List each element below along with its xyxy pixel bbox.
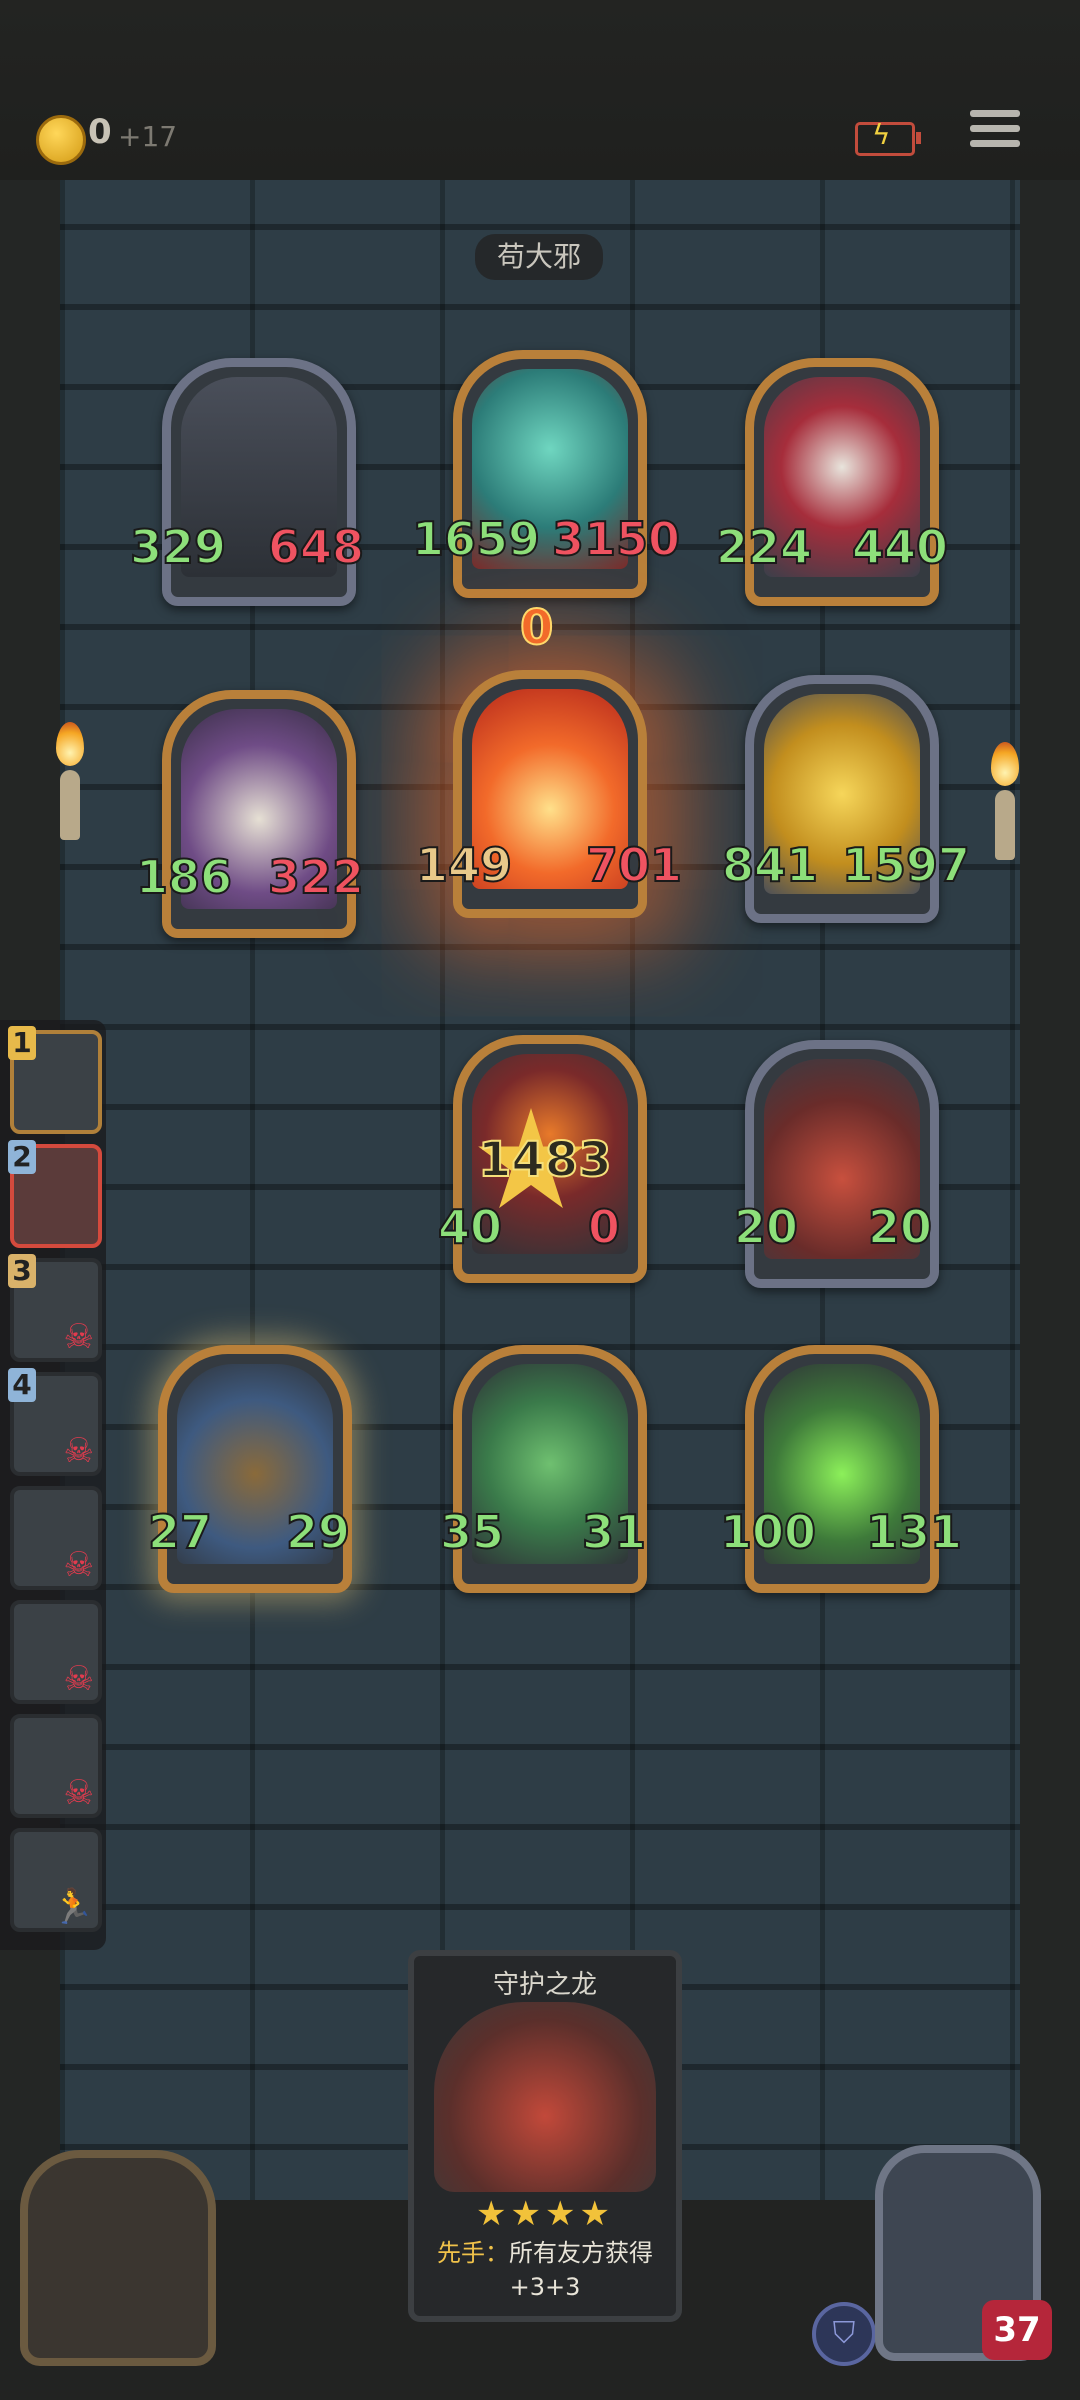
queue-slot[interactable]: 2 <box>8 1140 102 1248</box>
queue-slot[interactable]: ☠ <box>10 1714 102 1818</box>
queue-slot[interactable]: 🏃 <box>10 1828 102 1932</box>
ability-bonus: +3+3 <box>509 2273 581 2301</box>
health-value: 31 <box>581 1504 647 1560</box>
torch-right <box>995 790 1015 860</box>
queue-slot[interactable]: ☠ <box>10 1486 102 1590</box>
queue-number: 2 <box>8 1140 36 1174</box>
queue-slot[interactable]: 4 ☠ <box>8 1368 102 1476</box>
coin-count: 0 <box>88 112 112 152</box>
attack-value: 35 <box>439 1504 505 1560</box>
attack-value: 40 <box>437 1199 503 1255</box>
health-value: 29 <box>285 1504 351 1560</box>
health-value: 648 <box>267 519 365 575</box>
attack-value: 1659 <box>411 511 541 567</box>
damage-value: 1483 <box>477 1131 613 1189</box>
skull-icon: ☠ <box>63 1773 94 1813</box>
attack-value: 20 <box>733 1199 799 1255</box>
attack-value: 329 <box>129 519 227 575</box>
skull-icon: ☠ <box>63 1317 94 1357</box>
health-value: 20 <box>867 1199 933 1255</box>
ability-keyword: 先手： <box>437 2239 509 2267</box>
deck-portrait[interactable] <box>20 2150 216 2366</box>
coin-icon <box>36 115 86 165</box>
health-value: 3150 <box>551 511 681 567</box>
flame-icon <box>991 742 1019 786</box>
attack-value: 100 <box>719 1504 817 1560</box>
hero-health: 37 <box>982 2300 1052 2360</box>
hand-card-art <box>434 2002 656 2192</box>
health-value: 322 <box>267 849 365 905</box>
flame-icon <box>56 722 84 766</box>
countdown-timer: 0 <box>519 599 554 657</box>
battery-charging-icon: ϟ <box>855 121 921 156</box>
health-value: 440 <box>851 519 949 575</box>
queue-slot[interactable]: 3 ☠ <box>8 1254 102 1362</box>
health-value: 0 <box>587 1199 621 1255</box>
menu-icon[interactable] <box>970 110 1020 155</box>
right-pillar <box>1020 180 1080 2230</box>
shield-icon[interactable]: ⛉ <box>812 2302 876 2366</box>
health-value: 701 <box>585 837 683 893</box>
queue-number: 1 <box>8 1026 36 1060</box>
ability-text: 所有友方获得 <box>509 2239 653 2267</box>
turn-queue: 1 2 3 ☠ 4 ☠ ☠ ☠ ☠ 🏃 <box>0 1020 106 1950</box>
skull-icon: ☠ <box>63 1431 94 1471</box>
health-value: 131 <box>865 1504 963 1560</box>
hand-card-description: 先手：所有友方获得 +3+3 <box>422 2236 668 2304</box>
queue-slot[interactable]: 1 <box>8 1026 102 1134</box>
top-bar <box>0 0 1080 180</box>
health-value: 1597 <box>841 837 971 893</box>
skull-icon: ☠ <box>63 1545 94 1585</box>
enemy-name-banner: 苟大邪 <box>475 234 603 280</box>
skull-icon: ☠ <box>63 1659 94 1699</box>
queue-number: 3 <box>8 1254 36 1288</box>
torch-left <box>60 770 80 840</box>
coin-income: +17 <box>118 120 178 153</box>
attack-value: 224 <box>715 519 813 575</box>
queue-slot[interactable]: ☠ <box>10 1600 102 1704</box>
star-rating: ★★★★ <box>476 2194 614 2234</box>
attack-value: 841 <box>721 837 819 893</box>
queue-number: 4 <box>8 1368 36 1402</box>
hand-card-title: 守护之龙 <box>492 1970 597 2000</box>
attack-value: 186 <box>135 849 233 905</box>
running-icon: 🏃 <box>51 1887 94 1927</box>
hand-card[interactable]: 守护之龙 ★★★★ 先手：所有友方获得 +3+3 <box>408 1950 682 2322</box>
attack-value: 149 <box>415 837 513 893</box>
attack-value: 27 <box>147 1504 213 1560</box>
